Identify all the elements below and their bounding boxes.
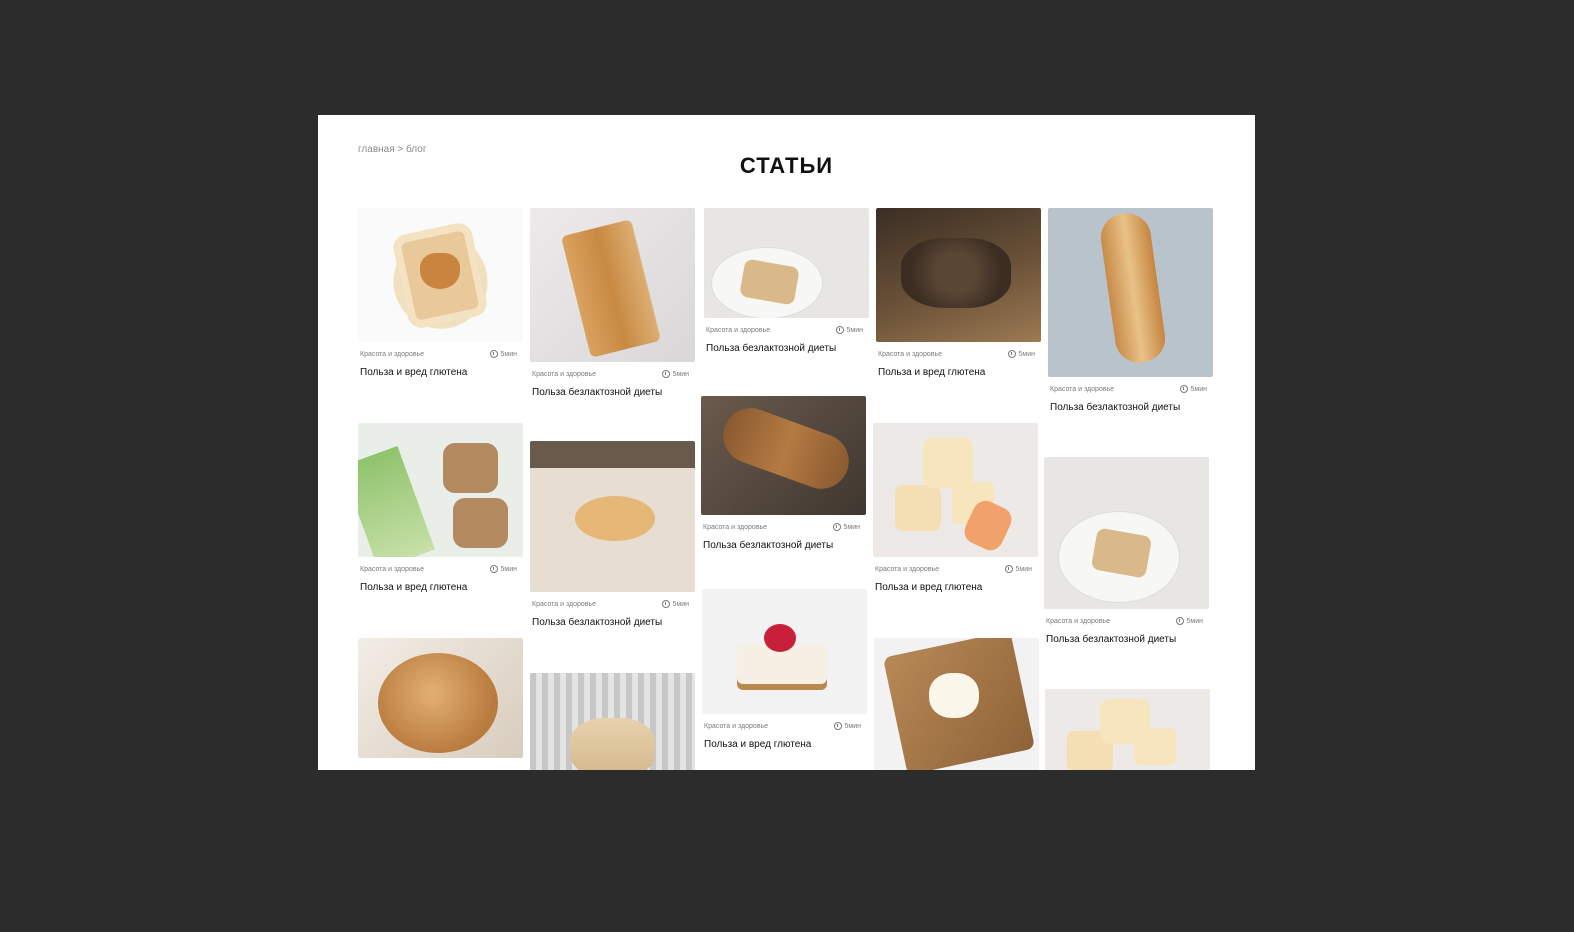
clock-icon: [489, 565, 498, 573]
category-label: Красота и здоровье: [360, 565, 425, 573]
article-card[interactable]: Красота и здоровье 5мин Польза безлактоз…: [1048, 208, 1213, 413]
clock-icon: [661, 370, 670, 378]
butter-bread-photo[interactable]: [874, 638, 1039, 770]
clock-icon: [1004, 565, 1013, 573]
article-card[interactable]: Красота и здоровье 5мин Польза безлактоз…: [530, 441, 695, 628]
cookies-photo[interactable]: [530, 673, 695, 770]
article-card[interactable]: [874, 638, 1039, 770]
read-time: 5мин: [672, 370, 689, 378]
clock-icon: [661, 600, 670, 608]
article-title[interactable]: Польза и вред глютена: [702, 739, 867, 750]
article-card[interactable]: Красота и здоровье 5мин Польза и вред гл…: [702, 589, 867, 750]
article-title[interactable]: Польза безлактозной диеты: [701, 540, 866, 551]
clock-icon: [1175, 617, 1184, 625]
canape-photo[interactable]: [702, 589, 867, 714]
article-card[interactable]: [1045, 689, 1210, 770]
read-time: 5мин: [500, 565, 517, 573]
article-card[interactable]: Красота и здоровье 5мин Польза безлактоз…: [530, 208, 695, 398]
rye-bread-photo[interactable]: [876, 208, 1041, 342]
article-card[interactable]: Красота и здоровье 5мин Польза безлактоз…: [1044, 457, 1209, 645]
breakfast-plate-photo[interactable]: [1044, 457, 1209, 609]
category-label: Красота и здоровье: [878, 350, 943, 358]
article-title[interactable]: Польза и вред глютена: [873, 582, 1038, 593]
read-time: 5мин: [672, 600, 689, 608]
page-frame: главная > блог СТАТЬИ Красота и здоровье…: [318, 115, 1255, 770]
read-time: 5мин: [1018, 350, 1035, 358]
article-title[interactable]: Польза и вред глютена: [876, 367, 1041, 378]
kneading-dough-photo[interactable]: [530, 441, 695, 592]
article-title[interactable]: Польза безлактозной диеты: [1044, 634, 1209, 645]
category-label: Красота и здоровье: [360, 350, 425, 358]
article-card[interactable]: Красота и здоровье 5мин Польза безлактоз…: [701, 396, 866, 551]
read-time: 5мин: [1186, 617, 1203, 625]
category-label: Красота и здоровье: [875, 565, 940, 573]
article-card[interactable]: Красота и здоровье 5мин Польза и вред гл…: [358, 423, 523, 593]
category-label: Красота и здоровье: [704, 722, 769, 730]
clock-icon: [1179, 385, 1188, 393]
read-time: 5мин: [500, 350, 517, 358]
article-card[interactable]: [530, 673, 695, 770]
clock-icon: [832, 523, 841, 531]
category-label: Красота и здоровье: [532, 370, 597, 378]
read-time: 5мин: [1190, 385, 1207, 393]
category-label: Красота и здоровье: [706, 326, 771, 334]
clock-icon: [1007, 350, 1016, 358]
bread-slices-photo[interactable]: [873, 423, 1038, 557]
bread-packs-photo[interactable]: [358, 423, 523, 557]
clock-icon: [833, 722, 842, 730]
article-card[interactable]: [358, 638, 523, 758]
read-time: 5мин: [846, 326, 863, 334]
toast-dog-photo[interactable]: [358, 208, 523, 342]
article-title[interactable]: Польза и вред глютена: [358, 582, 523, 593]
clock-icon: [489, 350, 498, 358]
page-title: СТАТЬИ: [739, 153, 834, 178]
category-label: Красота и здоровье: [1046, 617, 1111, 625]
read-time: 5мин: [844, 722, 861, 730]
article-title[interactable]: Польза и вред глютена: [358, 367, 523, 378]
read-time: 5мин: [843, 523, 860, 531]
category-label: Красота и здоровье: [1050, 385, 1115, 393]
baguette-photo[interactable]: [1048, 208, 1213, 377]
article-card[interactable]: Красота и здоровье 5мин Польза и вред гл…: [358, 208, 523, 378]
article-title[interactable]: Польза безлактозной диеты: [1048, 402, 1213, 413]
category-label: Красота и здоровье: [532, 600, 597, 608]
article-card[interactable]: Красота и здоровье 5мин Польза и вред гл…: [876, 208, 1041, 378]
round-loaf-photo[interactable]: [358, 638, 523, 758]
clock-icon: [835, 326, 844, 334]
bread-slices-photo-2[interactable]: [1045, 689, 1210, 770]
sliced-loaves-photo[interactable]: [701, 396, 866, 515]
category-label: Красота и здоровье: [703, 523, 768, 531]
breakfast-table-photo[interactable]: [704, 208, 869, 318]
article-title[interactable]: Польза безлактозной диеты: [530, 617, 695, 628]
cutting-board-photo[interactable]: [530, 208, 695, 362]
article-title[interactable]: Польза безлактозной диеты: [530, 387, 695, 398]
article-card[interactable]: Красота и здоровье 5мин Польза и вред гл…: [873, 423, 1038, 593]
article-title[interactable]: Польза безлактозной диеты: [704, 343, 869, 354]
article-card[interactable]: Красота и здоровье 5мин Польза безлактоз…: [704, 208, 869, 354]
read-time: 5мин: [1015, 565, 1032, 573]
